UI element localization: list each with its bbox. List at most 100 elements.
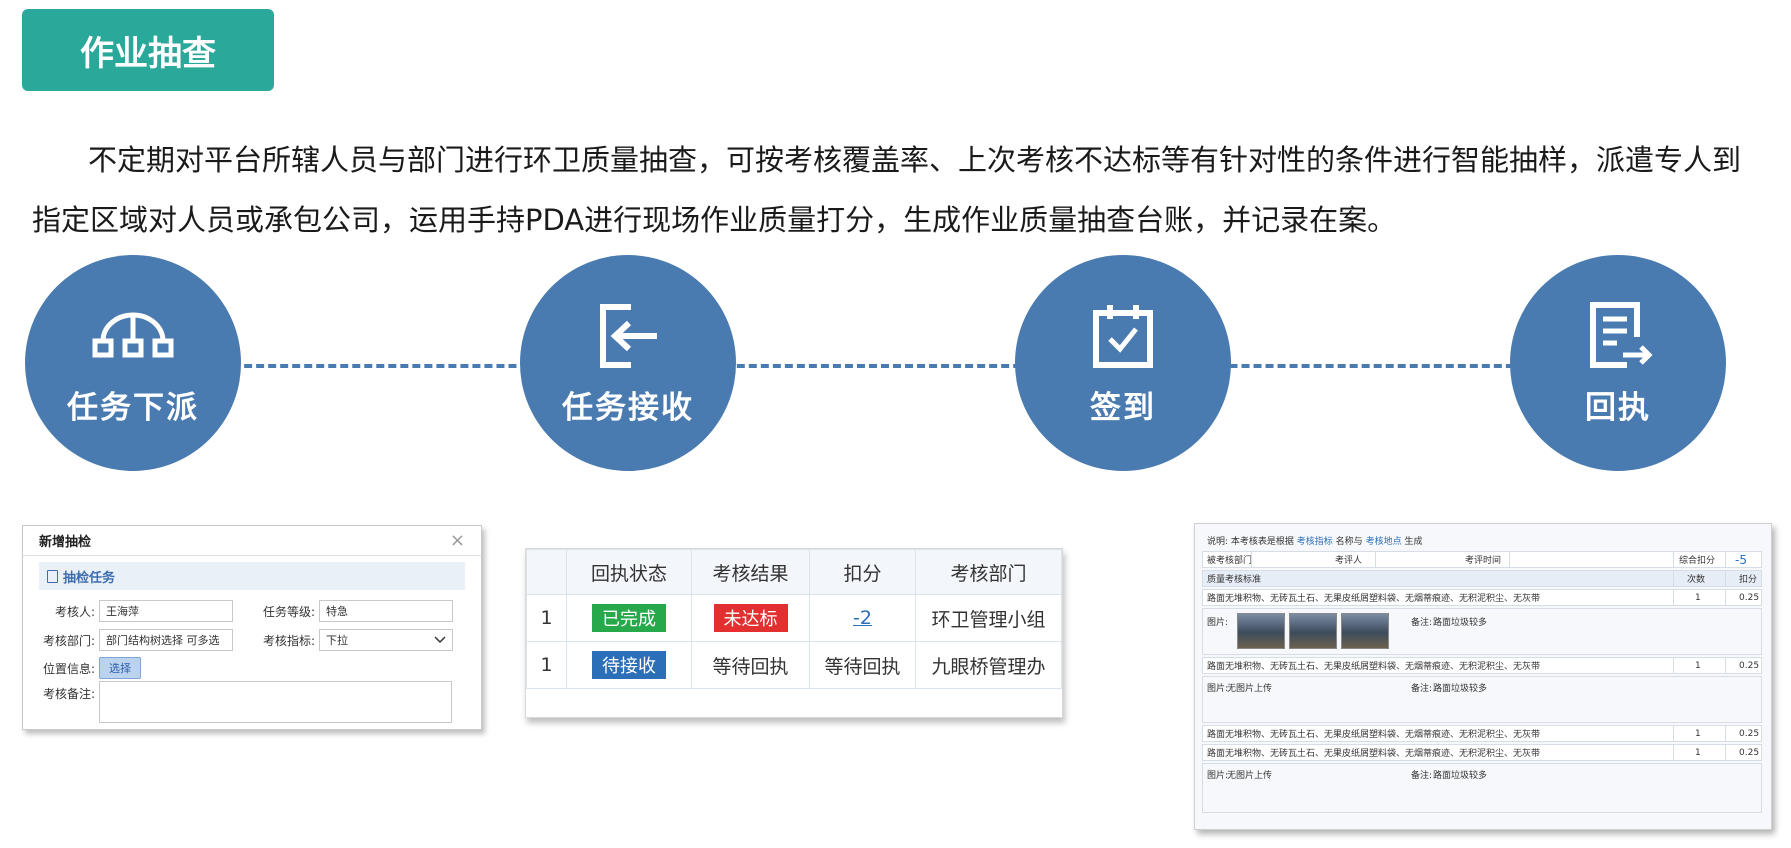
dept-tree-select[interactable]: 部门结构树选择 可多选 — [99, 629, 233, 651]
status-badge: 已完成 — [592, 604, 666, 632]
level-label: 任务等级: — [262, 604, 315, 619]
no-photo-text: 无图片上传 — [1227, 684, 1273, 694]
step-dispatch: 任务下派 — [25, 255, 241, 471]
remark-label: 备注: — [1411, 684, 1433, 694]
section-header: 抽检任务 — [39, 562, 465, 590]
item-deduct: 0.25 — [1739, 592, 1760, 603]
photo-thumbnail[interactable] — [1237, 613, 1285, 649]
row-index: 1 — [526, 641, 567, 689]
document-icon — [47, 569, 58, 583]
score-link[interactable]: -2 — [853, 607, 872, 629]
photo-label: 图片: — [1207, 684, 1229, 694]
standard-label: 质量考核标准 — [1207, 575, 1262, 585]
level-field[interactable]: 特急 — [319, 600, 453, 622]
total-value: -5 — [1735, 552, 1747, 567]
note-text: 说明: 本考核表是根据 — [1207, 537, 1294, 547]
step-receipt: 回执 — [1510, 255, 1726, 471]
item-deduct: 0.25 — [1739, 747, 1760, 758]
page-title: 作业抽查 — [22, 9, 274, 91]
row-index: 1 — [526, 594, 567, 642]
table-row: 路面无堆积物、无砖瓦土石、无果皮纸屑塑料袋、无烟蒂痕迹、无积泥积尘、无灰带 1 … — [1202, 589, 1762, 606]
dept-label: 被考核部门 — [1207, 556, 1253, 566]
calendar-check-icon — [1078, 300, 1168, 372]
location-row: 位置信息: 选择 — [39, 657, 141, 679]
item-deduct: 0.25 — [1739, 660, 1760, 671]
assessment-sheet: 说明: 本考核表是根据 考核指标 名称与 考核地点 生成 被考核部门 考评人 考… — [1194, 523, 1772, 830]
photo-thumbnail[interactable] — [1289, 613, 1337, 649]
location-select-button[interactable]: 选择 — [99, 657, 141, 679]
step-label: 回执 — [1585, 389, 1651, 426]
receive-icon — [583, 300, 673, 372]
table-row[interactable]: 1 已完成 未达标 -2 环卫管理小组 — [526, 594, 1062, 642]
status-badge: 待接收 — [592, 651, 666, 679]
photo-row: 图片: 无图片上传 备注: 路面垃圾较多 — [1202, 763, 1762, 813]
sheet-note: 说明: 本考核表是根据 考核指标 名称与 考核地点 生成 — [1207, 534, 1422, 547]
remark-row: 考核备注: — [39, 681, 452, 723]
assessor-field[interactable]: 王海萍 — [99, 600, 233, 622]
assessor-row: 考核人: 王海萍 — [39, 600, 233, 622]
chevron-down-icon — [434, 636, 446, 644]
deduct-label: 扣分 — [1739, 575, 1758, 585]
receipt-table: 回执状态 考核结果 扣分 考核部门 1 已完成 未达标 -2 环卫管理小组 1 … — [525, 548, 1063, 718]
item-text: 路面无堆积物、无砖瓦土石、无果皮纸屑塑料袋、无烟蒂痕迹、无积泥积尘、无灰带 — [1207, 594, 1541, 604]
step-receive: 任务接收 — [520, 255, 736, 471]
item-deduct: 0.25 — [1739, 728, 1760, 739]
remark-label: 考核备注: — [42, 687, 95, 701]
column-header — [526, 549, 567, 595]
new-inspection-dialog: 新增抽检 × 抽检任务 考核人: 王海萍 任务等级: 特急 考核部门: 部门结构… — [22, 525, 482, 730]
note-text: 生成 — [1404, 537, 1423, 547]
item-text: 路面无堆积物、无砖瓦土石、无果皮纸屑塑料袋、无烟蒂痕迹、无积泥积尘、无灰带 — [1207, 749, 1541, 759]
photo-label: 图片: — [1207, 618, 1229, 628]
level-row: 任务等级: 特急 — [253, 600, 453, 622]
score-cell: 等待回执 — [809, 641, 916, 689]
step-signin: 签到 — [1015, 255, 1231, 471]
table-row[interactable]: 1 待接收 等待回执 等待回执 九眼桥管理办 — [526, 641, 1062, 689]
location-label: 位置信息: — [42, 661, 95, 676]
dept-cell: 九眼桥管理办 — [915, 641, 1062, 689]
indicator-value: 下拉 — [326, 634, 348, 647]
dept-row: 考核部门: 部门结构树选择 可多选 — [39, 629, 233, 651]
remark-value: 路面垃圾较多 — [1433, 618, 1488, 628]
assessor-label: 考核人: — [54, 604, 95, 619]
total-label: 综合扣分 — [1679, 556, 1716, 566]
item-count: 1 — [1695, 660, 1701, 671]
sheet-header-row: 被考核部门 考评人 考评时间 综合扣分 -5 — [1202, 551, 1762, 568]
table-header-row: 回执状态 考核结果 扣分 考核部门 — [526, 549, 1062, 595]
photo-row: 图片: 无图片上传 备注: 路面垃圾较多 — [1202, 676, 1762, 723]
note-link-indicator[interactable]: 考核指标 — [1297, 537, 1333, 547]
note-text: 名称与 — [1335, 537, 1363, 547]
result-cell: 等待回执 — [691, 641, 810, 689]
status-cell: 已完成 — [566, 594, 692, 642]
item-count: 1 — [1695, 592, 1701, 603]
remark-label: 备注: — [1411, 618, 1433, 628]
time-label: 考评时间 — [1465, 556, 1502, 566]
assessor-label: 考评人 — [1335, 556, 1363, 566]
remark-label: 备注: — [1411, 771, 1433, 781]
section-title: 抽检任务 — [63, 570, 116, 586]
score-cell: -2 — [809, 594, 916, 642]
indicator-row: 考核指标: 下拉 — [253, 629, 453, 651]
standard-header-row: 质量考核标准 次数 扣分 — [1202, 570, 1762, 587]
dialog-title: 新增抽检 — [39, 535, 92, 550]
close-icon[interactable]: × — [450, 530, 465, 551]
flow-connector — [160, 364, 1610, 368]
column-header: 考核部门 — [915, 549, 1062, 595]
dialog-header: 新增抽检 × — [23, 526, 481, 556]
table-row: 路面无堆积物、无砖瓦土石、无果皮纸屑塑料袋、无烟蒂痕迹、无积泥积尘、无灰带 1 … — [1202, 725, 1762, 742]
dept-cell: 环卫管理小组 — [915, 594, 1062, 642]
item-text: 路面无堆积物、无砖瓦土石、无果皮纸屑塑料袋、无烟蒂痕迹、无积泥积尘、无灰带 — [1207, 730, 1541, 740]
indicator-select[interactable]: 下拉 — [319, 629, 453, 651]
column-header: 考核结果 — [691, 549, 810, 595]
item-text: 路面无堆积物、无砖瓦土石、无果皮纸屑塑料袋、无烟蒂痕迹、无积泥积尘、无灰带 — [1207, 662, 1541, 672]
count-label: 次数 — [1687, 575, 1706, 585]
status-cell: 待接收 — [566, 641, 692, 689]
indicator-label: 考核指标: — [262, 633, 315, 648]
remark-textarea[interactable] — [99, 681, 452, 723]
receipt-icon — [1573, 300, 1663, 372]
remark-value: 路面垃圾较多 — [1433, 684, 1488, 694]
column-header: 扣分 — [809, 549, 916, 595]
note-link-location[interactable]: 考核地点 — [1366, 537, 1402, 547]
intro-paragraph: 不定期对平台所辖人员与部门进行环卫质量抽查，可按考核覆盖率、上次考核不达标等有针… — [32, 143, 1742, 237]
result-cell: 未达标 — [691, 594, 810, 642]
photo-thumbnail[interactable] — [1341, 613, 1389, 649]
